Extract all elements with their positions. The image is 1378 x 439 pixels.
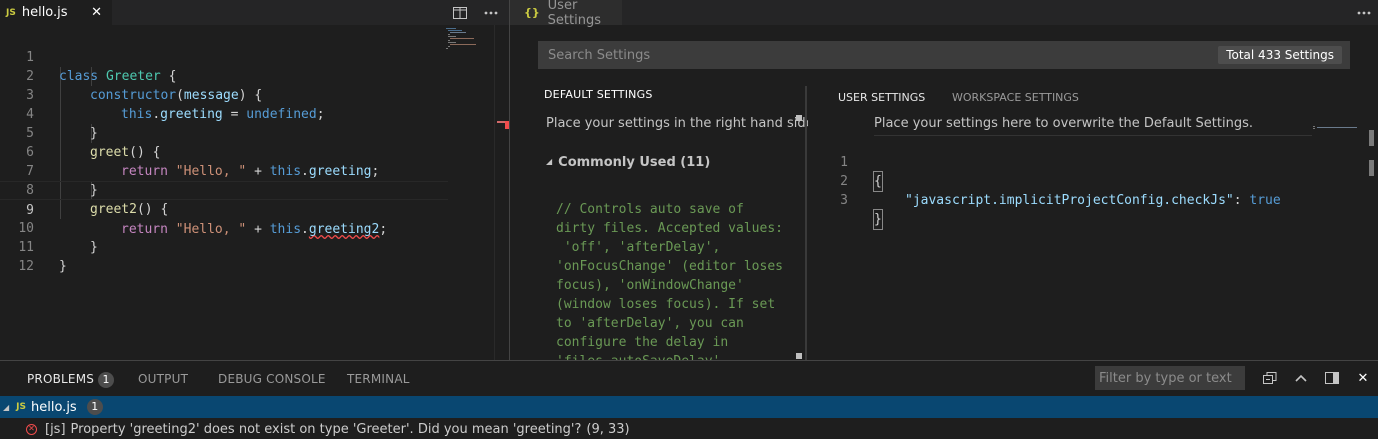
- settings-count-badge: Total 433 Settings: [1218, 46, 1342, 64]
- tab-label: PROBLEMS: [27, 372, 95, 386]
- tab-label: User Settings: [547, 0, 601, 28]
- code-line: 1 {: [808, 134, 1312, 192]
- line-number: 12: [18, 259, 34, 274]
- code-line: 3 }: [808, 172, 1312, 230]
- tab-hello-js[interactable]: JS hello.js ✕: [0, 0, 112, 25]
- tab-workspace-settings-scope[interactable]: WORKSPACE SETTINGS: [952, 91, 1079, 104]
- default-settings-header: DEFAULT SETTINGS: [544, 88, 653, 101]
- pane-divider[interactable]: [805, 86, 807, 360]
- code-line: 3 this.greeting = undefined;: [0, 67, 448, 122]
- right-tab-bar: {} User Settings: [510, 0, 1378, 28]
- code-line: 2 "javascript.implicitProjectConfig.chec…: [808, 153, 1312, 208]
- setting-value: true: [1249, 193, 1281, 208]
- vertical-scrollbar[interactable]: [494, 25, 510, 360]
- settings-search-bar: Total 433 Settings: [538, 41, 1350, 69]
- tab-output[interactable]: OUTPUT: [138, 372, 188, 386]
- more-actions-icon[interactable]: [1355, 4, 1373, 22]
- collapse-triangle-icon: ◢: [546, 157, 553, 166]
- code-line: 12: [0, 238, 448, 274]
- problem-file-row[interactable]: ◢ JS hello.js 1: [0, 396, 1378, 418]
- code-line: 10 }: [0, 200, 448, 255]
- minimap[interactable]: [446, 28, 494, 50]
- tab-user-settings-scope[interactable]: USER SETTINGS: [838, 91, 925, 104]
- problem-item[interactable]: ✕ [js] Property 'greeting2' does not exi…: [0, 418, 1378, 439]
- code-line: 5 greet() {: [0, 105, 448, 160]
- problem-file-name: hello.js: [31, 399, 77, 415]
- more-actions-icon[interactable]: [482, 4, 500, 22]
- code-editor[interactable]: 1 class Greeter { 2 constructor(message)…: [0, 29, 448, 274]
- search-settings-input[interactable]: [538, 41, 1219, 69]
- code-line: 6 return "Hello, " + this.greeting;: [0, 124, 448, 179]
- setting-comment: // Controls auto save of dirty files. Ac…: [556, 202, 783, 360]
- toggle-panel-position-icon[interactable]: [1323, 369, 1341, 387]
- close-brace: }: [873, 209, 883, 230]
- file-problem-count: 1: [86, 399, 103, 415]
- split-editor-icon[interactable]: [451, 4, 469, 22]
- left-editor-group: JS hello.js ✕ 1 class Greeter { 2 constr…: [0, 0, 510, 360]
- left-tab-bar: JS hello.js ✕: [0, 0, 509, 25]
- problem-source: [js]: [45, 421, 66, 437]
- json-braces-icon: {}: [524, 6, 540, 19]
- problems-filter-input[interactable]: [1095, 366, 1245, 390]
- js-file-icon: JS: [16, 402, 26, 412]
- vertical-scrollbar[interactable]: [1364, 130, 1378, 360]
- js-file-icon: JS: [6, 7, 16, 18]
- problems-count-badge: 1: [98, 372, 115, 388]
- maximize-panel-icon[interactable]: [1292, 369, 1310, 387]
- default-settings-scrollbar[interactable]: [796, 115, 802, 360]
- user-settings-pane: USER SETTINGS WORKSPACE SETTINGS Place y…: [808, 80, 1378, 360]
- user-settings-description: Place your settings here to overwrite th…: [874, 116, 1253, 131]
- problem-location: (9, 33): [586, 421, 630, 437]
- code-line-current: 9 return "Hello, " + this.greeting2;: [0, 181, 448, 237]
- error-icon: ✕: [26, 423, 37, 435]
- setting-key: "javascript.implicitProjectConfig.checkJ…: [905, 193, 1234, 208]
- user-settings-editor[interactable]: 1 { 2 "javascript.implicitProjectConfig.…: [808, 134, 1312, 230]
- right-editor-group: {} User Settings Total 433 Settings DEFA…: [509, 0, 1378, 360]
- code-line: 2 constructor(message) {: [0, 48, 448, 103]
- problem-message: Property 'greeting2' does not exist on t…: [70, 421, 582, 437]
- bottom-panel: PROBLEMS 1 OUTPUT DEBUG CONSOLE TERMINAL …: [0, 360, 1378, 439]
- expand-triangle-icon: ◢: [3, 402, 10, 412]
- tab-terminal[interactable]: TERMINAL: [347, 372, 410, 386]
- code-line: 7 }: [0, 143, 448, 198]
- tab-user-settings[interactable]: {} User Settings: [510, 0, 622, 28]
- minimap[interactable]: [1313, 118, 1363, 129]
- tab-label: hello.js: [21, 5, 68, 20]
- close-icon[interactable]: ✕: [91, 5, 102, 20]
- code-line: 11 }: [0, 219, 448, 274]
- line-number: 3: [840, 193, 848, 208]
- default-settings-description: Place your settings in the right hand si…: [546, 116, 808, 131]
- tab-problems[interactable]: PROBLEMS 1: [27, 372, 115, 388]
- close-panel-icon[interactable]: ✕: [1354, 369, 1372, 387]
- tab-debug-console[interactable]: DEBUG CONSOLE: [218, 372, 326, 386]
- group-label: Commonly Used (11): [558, 155, 711, 170]
- code-line: 8 greet2() {: [0, 162, 448, 217]
- code-line: 1 class Greeter {: [0, 29, 448, 84]
- commonly-used-group[interactable]: ◢ Commonly Used (11): [546, 155, 710, 170]
- default-settings-pane: DEFAULT SETTINGS Place your settings in …: [510, 80, 810, 360]
- collapse-all-icon[interactable]: [1261, 369, 1279, 387]
- code-line: 4 }: [0, 86, 448, 141]
